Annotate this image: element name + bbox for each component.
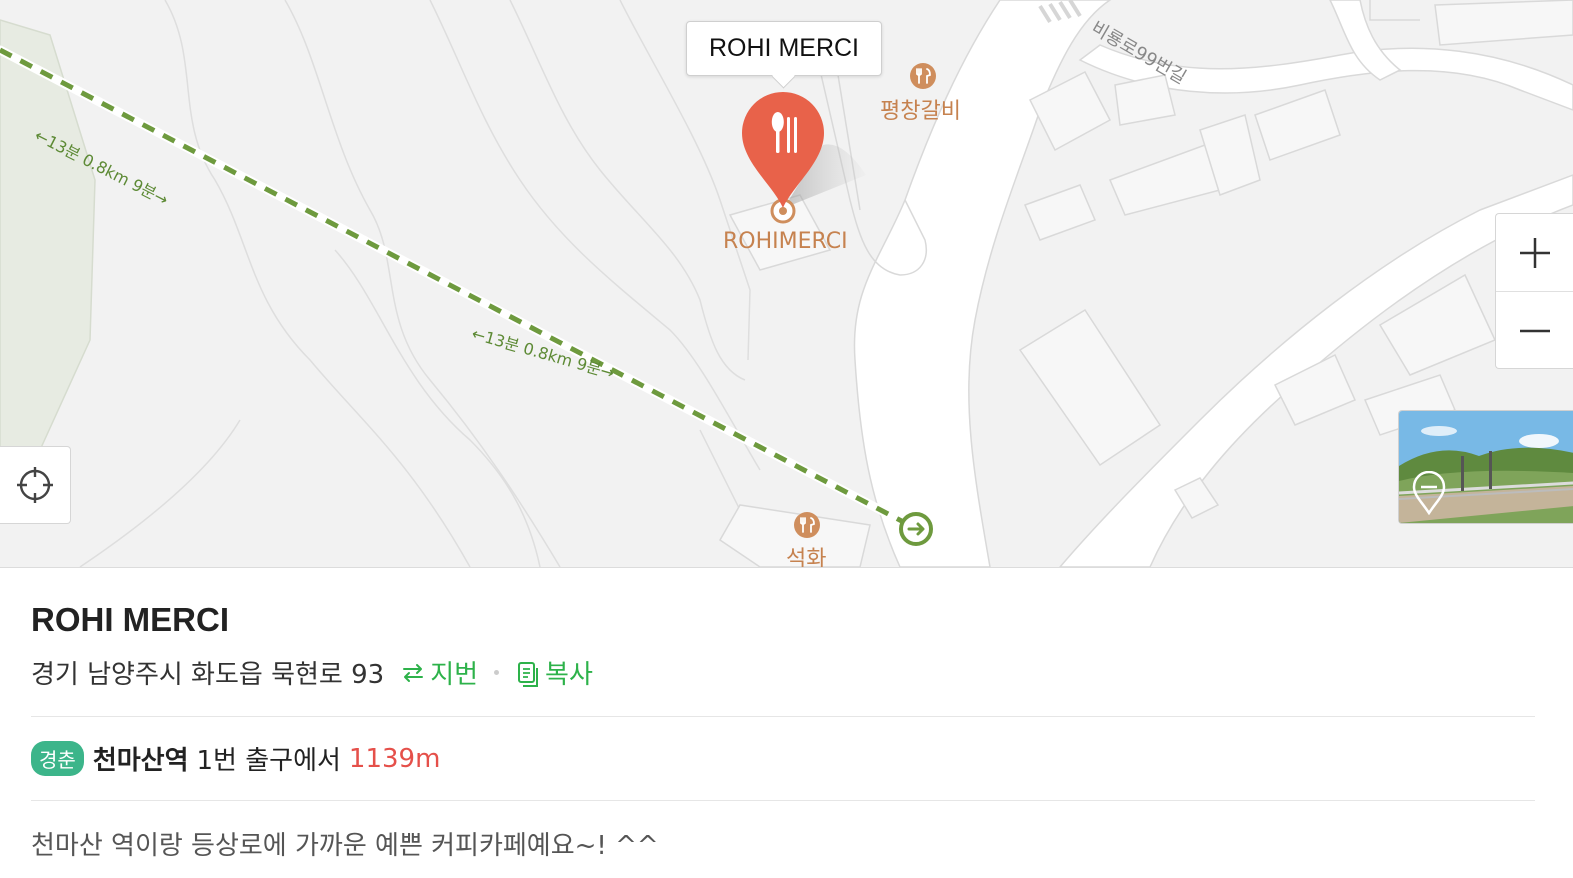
place-callout[interactable]: ROHI MERCI (686, 21, 882, 76)
poi-label-seokhwa[interactable]: 석화 (786, 541, 826, 567)
separator-dot (494, 670, 500, 675)
copy-label: 복사 (545, 660, 593, 690)
copy-icon (518, 661, 539, 687)
address-text: 경기 남양주시 화도읍 묵현로 93 (31, 660, 385, 690)
locate-icon (17, 467, 53, 503)
streetview-thumbnail[interactable] (1398, 410, 1573, 524)
station-distance: 1139m (348, 743, 441, 774)
zoom-out-button[interactable] (1496, 291, 1573, 369)
streetview-icon (1412, 471, 1446, 515)
marker-label[interactable]: ROHIMERCI (723, 229, 848, 254)
restaurant-icon[interactable] (793, 511, 821, 539)
address-row: 경기 남양주시 화도읍 묵현로 93 지번 복사 (31, 654, 593, 691)
jibun-toggle[interactable]: 지번 (400, 654, 478, 691)
copy-button[interactable]: 복사 (515, 654, 593, 691)
station-name: 천마산역 (92, 746, 189, 776)
swap-icon (403, 663, 424, 682)
jibun-label: 지번 (430, 660, 479, 690)
locate-button[interactable] (0, 446, 71, 524)
subway-line-badge: 경춘 (31, 741, 84, 776)
selected-place-marker[interactable] (738, 90, 873, 225)
zoom-in-icon (1520, 237, 1550, 268)
exit-text: 1번 출구에서 (196, 746, 341, 776)
restaurant-icon[interactable] (909, 62, 937, 90)
place-title: ROHI MERCI (31, 601, 229, 638)
divider (31, 716, 1535, 717)
route-end-icon (899, 512, 933, 546)
zoom-control (1495, 213, 1573, 369)
subway-info: 경춘 천마산역 1번 출구에서 1139m (31, 740, 440, 777)
poi-label-pyeongchang[interactable]: 평창갈비 (880, 93, 961, 125)
divider (31, 800, 1535, 801)
place-description: 천마산 역이랑 등상로에 가까운 예쁜 커피카페예요~! ^^ (31, 831, 659, 861)
map-view[interactable]: ←13분 0.8km 9분→ ←13분 0.8km 9분→ 비룡로99번길 평창… (0, 0, 1573, 568)
zoom-in-button[interactable] (1496, 214, 1573, 291)
zoom-out-icon (1520, 329, 1550, 332)
